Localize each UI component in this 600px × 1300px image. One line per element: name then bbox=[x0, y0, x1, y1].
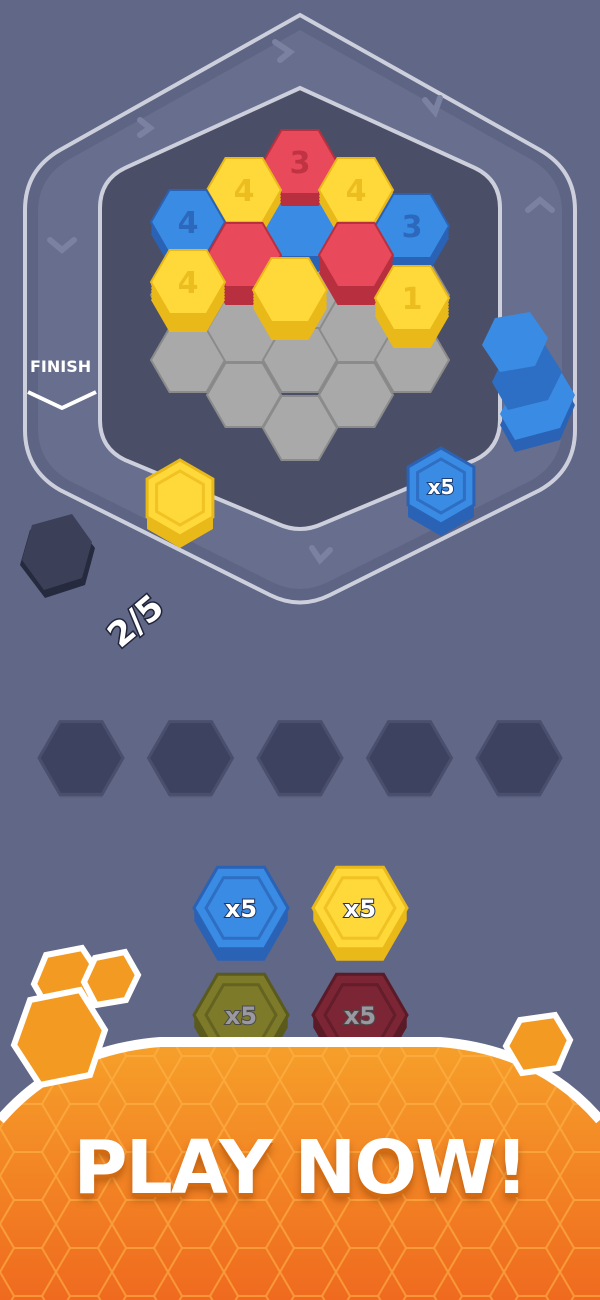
piece-count: x5 bbox=[225, 895, 257, 923]
cta-banner[interactable] bbox=[0, 944, 600, 1300]
holding-slot[interactable] bbox=[365, 720, 454, 798]
stack-count: 4 bbox=[178, 266, 199, 301]
decor-hex-icon bbox=[10, 986, 109, 1089]
holding-slot[interactable] bbox=[256, 720, 344, 798]
play-now-button[interactable]: PLAY NOW! bbox=[0, 1125, 600, 1211]
finish-label: FINISH bbox=[30, 357, 91, 376]
progress-counter: 2/5 bbox=[100, 587, 171, 656]
holding-slot[interactable] bbox=[475, 720, 563, 798]
piece-blue[interactable]: x5 bbox=[192, 865, 290, 961]
stack-count: 4 bbox=[178, 206, 199, 241]
piece-count: x5 bbox=[344, 1002, 376, 1030]
dark-token bbox=[20, 514, 95, 598]
holding-slot[interactable] bbox=[146, 720, 235, 798]
holding-slot[interactable] bbox=[37, 720, 125, 798]
piece-count: x5 bbox=[344, 895, 376, 923]
stack-count: 3 bbox=[402, 210, 423, 245]
piece-yellow[interactable]: x5 bbox=[311, 865, 409, 961]
decor-hex-icon bbox=[502, 1011, 574, 1077]
stack-count: 4 bbox=[346, 174, 367, 209]
piece-count: x5 bbox=[428, 475, 455, 499]
piece-count: x5 bbox=[225, 1002, 257, 1030]
decor-hex-icon bbox=[80, 948, 142, 1009]
stack-count: 3 bbox=[290, 146, 311, 181]
stack-count: 1 bbox=[402, 282, 423, 317]
holding-slots bbox=[37, 720, 563, 798]
game-scene: FINISH 34 44 34 1 x5 2/5 x5 x5x5 x5 bbox=[0, 12, 600, 1300]
stack-count: 4 bbox=[234, 174, 255, 209]
